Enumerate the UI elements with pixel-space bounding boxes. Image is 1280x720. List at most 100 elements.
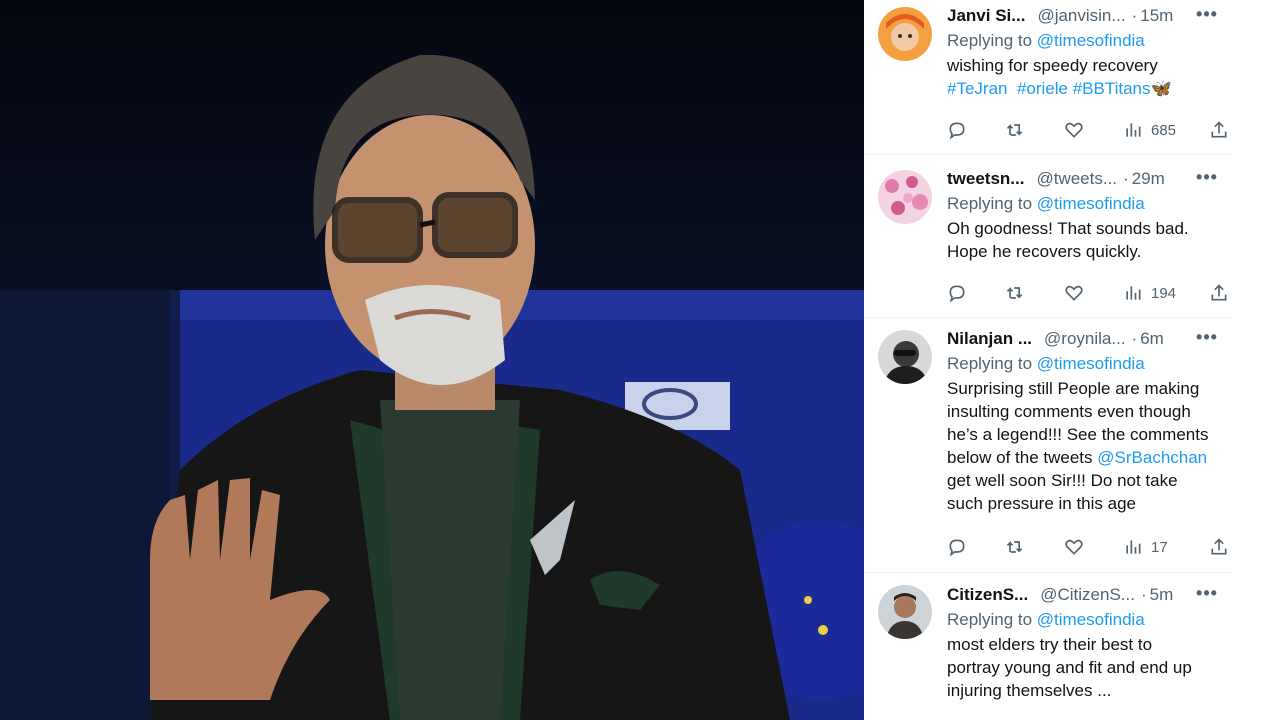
more-options-icon[interactable]: ••• <box>1196 328 1218 350</box>
avatar-man-portrait-icon[interactable] <box>878 585 932 639</box>
photo-illustration <box>0 54 864 720</box>
share-button[interactable] <box>1209 118 1229 142</box>
tweet-text-line: Surprising still People are making <box>947 379 1200 398</box>
retweet-button[interactable] <box>1004 535 1026 559</box>
hashtag[interactable]: #BBTitans <box>1073 79 1151 98</box>
display-name[interactable]: CitizenS... <box>947 585 1028 605</box>
replying-to-label: Replying to <box>947 194 1037 213</box>
retweet-icon <box>1006 123 1023 136</box>
retweet-icon <box>1006 286 1023 299</box>
action-bar: 17 <box>947 535 1234 559</box>
views-button[interactable]: 685 <box>1123 118 1176 142</box>
reply-button[interactable] <box>947 535 967 559</box>
like-button[interactable] <box>1064 281 1084 305</box>
action-bar: 685 <box>947 118 1234 142</box>
hashtag[interactable]: #oriele <box>1017 79 1068 98</box>
tweet-text-line: injuring themselves ... <box>947 681 1112 700</box>
reply-icon <box>949 539 965 557</box>
reply-tweet[interactable]: tweetsn... @tweets... · 29m ••• Replying… <box>864 155 1234 318</box>
views-button[interactable]: 17 <box>1123 535 1168 559</box>
replying-to-line: Replying to @timesofindia <box>947 31 1222 54</box>
replying-to-label: Replying to <box>947 31 1037 50</box>
share-button[interactable] <box>1209 281 1229 305</box>
heart-icon <box>1065 539 1083 555</box>
display-name[interactable]: Janvi Si... <box>947 6 1025 26</box>
retweet-icon <box>1006 540 1023 553</box>
share-icon <box>1211 538 1227 555</box>
tweet-text: Oh goodness! That sounds bad. Hope he re… <box>947 217 1222 263</box>
replying-to-line: Replying to @timesofindia <box>947 194 1222 217</box>
user-handle[interactable]: @tweets... <box>1036 169 1117 189</box>
replying-to-mention[interactable]: @timesofindia <box>1037 194 1145 213</box>
timestamp[interactable]: 29m <box>1132 169 1165 189</box>
tweet-text-line: below of the tweets @SrBachchan <box>947 446 1222 469</box>
reply-tweet[interactable]: Janvi Si... @janvisin... · 15m ••• Reply… <box>864 0 1234 155</box>
share-button[interactable] <box>1209 535 1229 559</box>
views-count: 17 <box>1151 538 1168 556</box>
more-options-icon[interactable]: ••• <box>1196 584 1218 606</box>
display-name[interactable]: Nilanjan ... <box>947 329 1032 349</box>
reply-icon <box>949 285 965 303</box>
tweet-text-line: Hope he recovers quickly. <box>947 242 1142 261</box>
reply-tweet[interactable]: Nilanjan ... @roynila... · 6m ••• Replyi… <box>864 318 1234 573</box>
like-button[interactable] <box>1064 535 1084 559</box>
like-button[interactable] <box>1064 118 1084 142</box>
views-button[interactable]: 194 <box>1123 281 1176 305</box>
timestamp[interactable]: 5m <box>1150 585 1174 605</box>
avatar-orange-cartoon-icon[interactable] <box>878 7 932 61</box>
timestamp[interactable]: 15m <box>1140 6 1173 26</box>
replying-to-mention[interactable]: @timesofindia <box>1037 354 1145 373</box>
tweet-text-line: portray young and fit and end up <box>947 658 1192 677</box>
retweet-button[interactable] <box>1004 118 1026 142</box>
butterfly-emoji: 🦋 <box>1150 79 1172 98</box>
reply-button[interactable] <box>947 118 967 142</box>
user-handle[interactable]: @roynila... <box>1044 329 1126 349</box>
views-count: 194 <box>1151 284 1177 302</box>
tweet-text-line: wishing for speedy recovery <box>947 56 1158 75</box>
replying-to-line: Replying to @timesofindia <box>947 610 1222 633</box>
tweet-text: wishing for speedy recovery #TeJran #ori… <box>947 54 1222 100</box>
views-count: 685 <box>1151 121 1177 139</box>
timestamp[interactable]: 6m <box>1140 329 1164 349</box>
user-mention-link[interactable]: @SrBachchan <box>1097 448 1207 467</box>
avatar-pink-flowers-icon[interactable] <box>878 170 932 224</box>
tweet-text-fragment: below of the tweets <box>947 448 1098 467</box>
tweet-text-line: insulting comments even though <box>947 402 1191 421</box>
separator-dot: · <box>1131 329 1138 348</box>
separator-dot: · <box>1140 585 1147 604</box>
replying-to-label: Replying to <box>947 610 1037 629</box>
tweet-text-line: he’s a legend!!! See the comments <box>947 425 1209 444</box>
tweet-text-line: most elders try their best to <box>947 635 1153 654</box>
tweet-text: Surprising still People are making insul… <box>947 377 1222 515</box>
more-options-icon[interactable]: ••• <box>1196 5 1218 27</box>
replies-feed: Janvi Si... @janvisin... · 15m ••• Reply… <box>864 0 1234 720</box>
replying-to-label: Replying to <box>947 354 1037 373</box>
heart-icon <box>1065 122 1083 138</box>
user-handle[interactable]: @janvisin... <box>1037 6 1125 26</box>
hashtag[interactable]: #TeJran <box>947 79 1007 98</box>
separator-dot: · <box>1131 6 1138 25</box>
share-icon <box>1211 121 1227 138</box>
page-margin <box>1234 0 1280 720</box>
display-name[interactable]: tweetsn... <box>947 169 1024 189</box>
reply-icon <box>949 122 965 140</box>
views-chart-icon <box>1126 286 1141 300</box>
heart-icon <box>1065 285 1083 301</box>
action-bar: 194 <box>947 281 1234 305</box>
views-chart-icon <box>1126 540 1141 554</box>
reply-button[interactable] <box>947 281 967 305</box>
tweet-text: most elders try their best to portray yo… <box>947 633 1222 702</box>
replying-to-mention[interactable]: @timesofindia <box>1037 610 1145 629</box>
avatar-bw-man-icon[interactable] <box>878 330 932 384</box>
retweet-button[interactable] <box>1004 281 1026 305</box>
reply-tweet[interactable]: CitizenS... @CitizenS... · 5m ••• Replyi… <box>864 573 1234 720</box>
news-photo <box>0 0 864 720</box>
share-icon <box>1211 284 1227 301</box>
user-handle[interactable]: @CitizenS... <box>1040 585 1135 605</box>
tweet-text-line: such pressure in this age <box>947 494 1136 513</box>
separator-dot: · <box>1123 169 1129 188</box>
hashtag-line: #TeJran #oriele #BBTitans🦋 <box>947 77 1222 100</box>
more-options-icon[interactable]: ••• <box>1196 168 1218 190</box>
replying-to-mention[interactable]: @timesofindia <box>1037 31 1145 50</box>
tweet-text-line: get well soon Sir!!! Do not take <box>947 471 1178 490</box>
